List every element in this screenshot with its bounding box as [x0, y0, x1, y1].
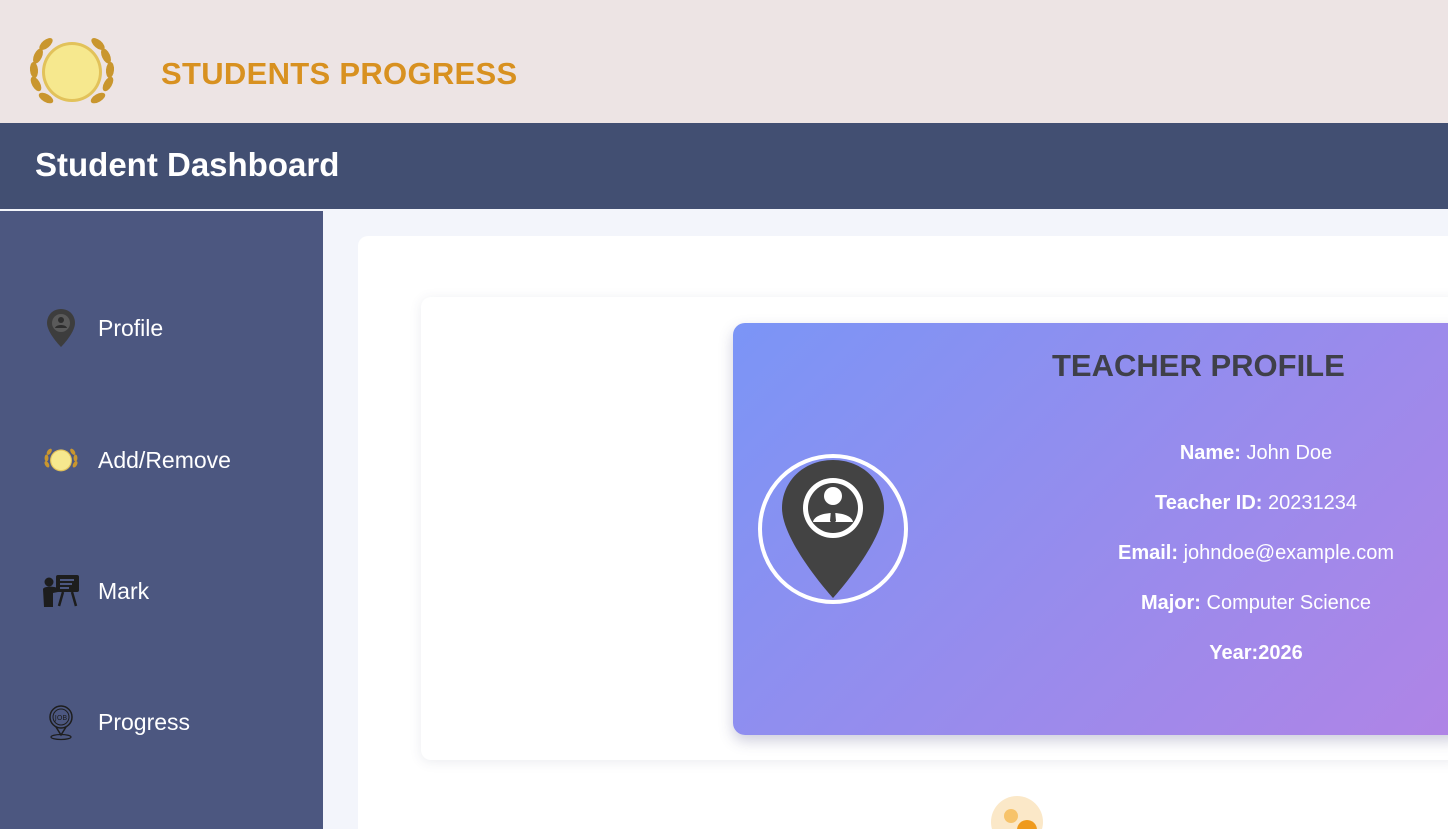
laurel-medal-logo-icon: [29, 38, 115, 104]
location-person-icon: [782, 460, 884, 598]
sidebar-item-add-remove[interactable]: Add/Remove: [40, 438, 280, 482]
info-name: Name: John Doe: [1000, 442, 1448, 465]
info-email: Email: johndoe@example.com: [1000, 542, 1448, 565]
info-value: 20231234: [1268, 492, 1357, 514]
brand-title: STUDENTS PROGRESS: [161, 56, 518, 91]
page-title: Student Dashboard: [35, 146, 340, 183]
sidebar-item-label: Mark: [98, 577, 150, 604]
info-year: Year:2026: [1000, 642, 1448, 665]
sidebar-item-label: Profile: [98, 314, 164, 341]
info-major: Major: Computer Science: [1000, 592, 1448, 615]
location-person-icon: [40, 307, 82, 349]
sidebar-item-progress[interactable]: JOB Progress: [40, 700, 280, 744]
info-label: Email:: [1117, 542, 1179, 564]
teacher-board-icon: [40, 570, 82, 612]
decorative-badge-icon: [991, 796, 1043, 829]
info-value: johndoe@example.com: [1183, 542, 1394, 564]
sidebar-item-profile[interactable]: Profile: [40, 306, 280, 350]
info-label: Year:: [1209, 642, 1259, 664]
info-label: Major:: [1140, 592, 1201, 614]
svg-text:JOB: JOB: [54, 714, 68, 722]
info-value: John Doe: [1246, 442, 1333, 464]
sidebar-item-mark[interactable]: Mark: [40, 569, 280, 613]
job-pin-icon: JOB: [40, 701, 82, 743]
sidebar-item-label: Add/Remove: [98, 446, 231, 473]
info-label: Teacher ID:: [1155, 492, 1263, 514]
info-value: Computer Science: [1206, 592, 1372, 614]
info-value: 2026: [1258, 642, 1303, 664]
info-label: Name:: [1179, 442, 1241, 464]
laurel-medal-icon: [40, 439, 82, 481]
info-teacher-id: Teacher ID: 20231234: [1000, 492, 1448, 515]
sidebar-item-label: Progress: [98, 708, 191, 735]
profile-heading: TEACHER PROFILE: [1052, 348, 1345, 383]
